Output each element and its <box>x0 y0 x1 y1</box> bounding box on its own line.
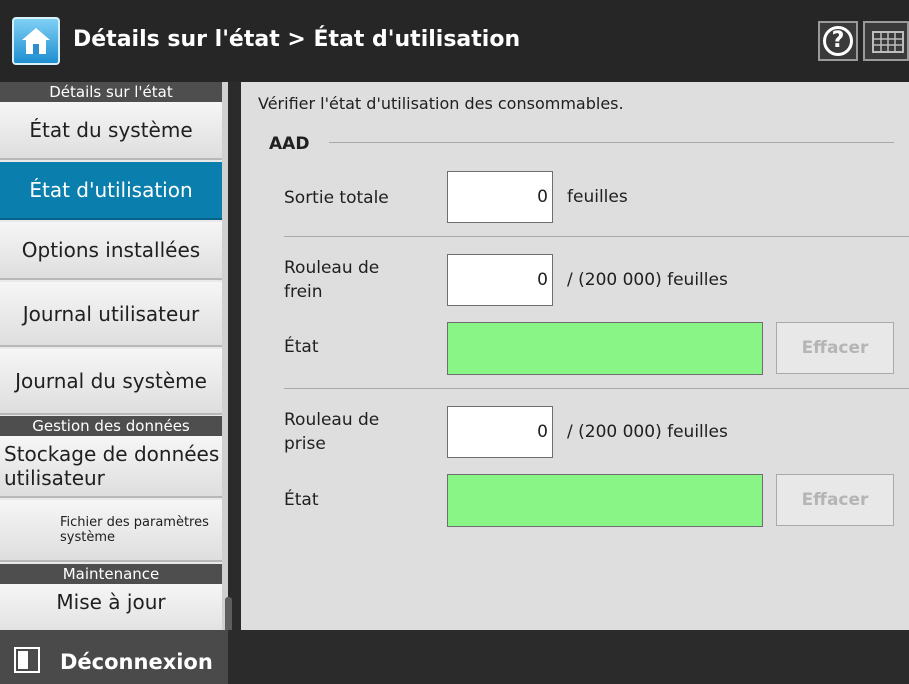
sidebar-item-system-status[interactable]: État du système <box>0 102 222 160</box>
sidebar-item-user-data-storage[interactable]: Stockage de données utilisateur <box>0 436 222 498</box>
brake-roller-status-label: État <box>284 337 319 357</box>
keyboard-icon <box>872 31 904 53</box>
sidebar-section-maintenance: Maintenance <box>0 564 222 584</box>
sidebar-section-data: Gestion des données <box>0 416 222 436</box>
logout-icon <box>14 647 40 673</box>
group-title-aad: AAD <box>269 134 310 154</box>
logout-button[interactable]: Déconnexion <box>0 630 228 684</box>
page-title: Détails sur l'état > État d'utilisation <box>73 27 521 52</box>
brake-roller-unit: / (200 000) feuilles <box>567 270 728 290</box>
section-divider <box>284 236 909 237</box>
pick-roller-status-label: État <box>284 490 319 510</box>
total-output-label: Sortie totale <box>284 188 389 208</box>
home-button[interactable] <box>12 17 60 65</box>
pick-roller-label: Rouleau de prise <box>284 410 380 454</box>
sidebar-item-update[interactable]: Mise à jour <box>0 584 222 630</box>
sidebar-scrollbar[interactable] <box>222 82 228 630</box>
pick-roller-status-indicator <box>447 474 763 527</box>
sidebar-item-system-settings-file[interactable]: Fichier des paramètres système <box>0 500 222 562</box>
sidebar-item-system-log[interactable]: Journal du système <box>0 349 222 415</box>
brake-roller-status-indicator <box>447 322 763 375</box>
total-output-value: 0 <box>447 171 553 223</box>
sidebar-section-status: Détails sur l'état <box>0 82 222 102</box>
sidebar-item-usage-status[interactable]: État d'utilisation <box>0 162 222 220</box>
home-icon <box>22 28 50 54</box>
brake-roller-value: 0 <box>447 254 553 306</box>
sidebar-item-user-log[interactable]: Journal utilisateur <box>0 282 222 347</box>
help-icon: ? <box>823 26 853 56</box>
page-description: Vérifier l'état d'utilisation des consom… <box>258 94 624 113</box>
keyboard-button[interactable] <box>863 21 909 61</box>
brake-roller-clear-button[interactable]: Effacer <box>776 322 894 374</box>
pick-roller-value: 0 <box>447 406 553 458</box>
main-panel: Vérifier l'état d'utilisation des consom… <box>241 82 909 630</box>
header-bar: Détails sur l'état > État d'utilisation … <box>0 0 909 82</box>
help-button[interactable]: ? <box>818 21 858 61</box>
pick-roller-unit: / (200 000) feuilles <box>567 422 728 442</box>
pick-roller-clear-button[interactable]: Effacer <box>776 474 894 526</box>
footer-bar: Déconnexion <box>0 630 909 684</box>
sidebar-item-installed-options[interactable]: Options installées <box>0 222 222 280</box>
logout-label: Déconnexion <box>60 650 213 674</box>
total-output-unit: feuilles <box>567 187 628 207</box>
sidebar: Détails sur l'état État du système État … <box>0 82 228 630</box>
section-divider <box>284 388 909 389</box>
group-divider <box>329 142 894 143</box>
brake-roller-label: Rouleau de frein <box>284 258 380 302</box>
